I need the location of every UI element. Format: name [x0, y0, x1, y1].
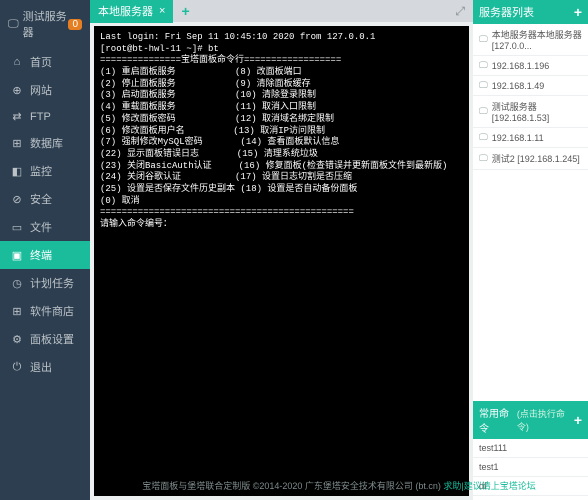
add-server-button[interactable]: + — [574, 4, 582, 20]
sidebar-item-label: 首页 — [30, 54, 52, 70]
tab-close-icon[interactable]: × — [159, 5, 165, 17]
tab-local-server[interactable]: 本地服务器 × — [90, 0, 173, 23]
sidebar-item-3[interactable]: ⊞ 数据库 — [0, 129, 90, 157]
server-item-label: 本地服务器本地服务器 [127.0.0... — [492, 28, 582, 51]
server-item-5[interactable]: 🖵 测试2 [192.168.1.245] — [473, 148, 588, 170]
server-item-icon: 🖵 — [479, 80, 488, 91]
sidebar-item-8[interactable]: ◷ 计划任务 — [0, 269, 90, 297]
sidebar-item-label: 监控 — [30, 163, 52, 179]
sidebar-title: 测试服务器 — [23, 8, 69, 40]
sidebar-icon: ⊕ — [10, 84, 24, 97]
server-item-label: 测试2 [192.168.1.245] — [492, 152, 580, 165]
server-item-label: 192.168.1.196 — [492, 61, 550, 71]
server-item-3[interactable]: 🖵 测试服务器 [192.168.1.53] — [473, 96, 588, 128]
server-item-label: 192.168.1.49 — [492, 81, 545, 91]
sidebar: 🖵 测试服务器 0 ⌂ 首页 ⊕ 网站 ⇄ FTP ⊞ 数据库 ◧ 监控 ⊘ 安全 ▭ 文件 ▣ 终端 ◷ 计划任… — [0, 0, 90, 500]
sidebar-item-6[interactable]: ▭ 文件 — [0, 213, 90, 241]
notification-badge[interactable]: 0 — [68, 19, 82, 30]
sidebar-item-9[interactable]: ⊞ 软件商店 — [0, 297, 90, 325]
sidebar-header: 🖵 测试服务器 0 — [0, 0, 90, 48]
server-list-header: 服务器列表 + — [473, 0, 588, 24]
server-item-icon: 🖵 — [479, 60, 488, 71]
server-item-icon: 🖵 — [479, 153, 488, 164]
server-item-0[interactable]: 🖵 本地服务器本地服务器 [127.0.0... — [473, 24, 588, 56]
terminal-output[interactable]: Last login: Fri Sep 11 10:45:10 2020 fro… — [94, 26, 469, 496]
sidebar-icon: ⊞ — [10, 305, 24, 318]
tab-expand-icon[interactable]: ⤢ — [447, 0, 473, 23]
commands-hint: (点击执行命令) — [517, 407, 574, 433]
sidebar-icon: ⏻ — [10, 361, 24, 374]
add-command-button[interactable]: + — [574, 412, 582, 428]
sidebar-icon: ⌂ — [10, 56, 24, 68]
forum-link[interactable]: 求助|建议请上宝塔论坛 — [443, 481, 535, 491]
server-item-1[interactable]: 🖵 192.168.1.196 — [473, 56, 588, 76]
server-item-2[interactable]: 🖵 192.168.1.49 — [473, 76, 588, 96]
sidebar-item-label: 终端 — [30, 247, 52, 263]
server-item-4[interactable]: 🖵 192.168.1.11 — [473, 128, 588, 148]
command-item-0[interactable]: test111 — [473, 439, 588, 458]
commands-header: 常用命令 (点击执行命令) + — [473, 401, 588, 439]
sidebar-item-2[interactable]: ⇄ FTP — [0, 104, 90, 129]
sidebar-item-label: 退出 — [30, 359, 52, 375]
footer: 宝塔面板与堡塔联合定制版 ©2014-2020 广东堡塔安全技术有限公司 (bt… — [90, 475, 588, 496]
right-panel: 服务器列表 + 🖵 本地服务器本地服务器 [127.0.0... 🖵 192.168.… — [473, 0, 588, 500]
sidebar-item-11[interactable]: ⏻ 退出 — [0, 353, 90, 381]
server-item-icon: 🖵 — [479, 34, 488, 45]
sidebar-icon: ▣ — [10, 249, 24, 262]
sidebar-item-label: 软件商店 — [30, 303, 74, 319]
sidebar-icon: ◧ — [10, 165, 24, 178]
main-content: 本地服务器 × + ⤢ Last login: Fri Sep 11 10:45… — [90, 0, 473, 500]
server-list-section: 服务器列表 + 🖵 本地服务器本地服务器 [127.0.0... 🖵 192.168.… — [473, 0, 588, 170]
commands-title: 常用命令 — [479, 405, 517, 435]
sidebar-icon: ⚙ — [10, 333, 24, 346]
sidebar-icon: ⇄ — [10, 110, 24, 123]
server-item-icon: 🖵 — [479, 132, 488, 143]
tab-add-button[interactable]: + — [173, 0, 197, 23]
sidebar-item-1[interactable]: ⊕ 网站 — [0, 76, 90, 104]
sidebar-item-label: 文件 — [30, 219, 52, 235]
server-item-label: 192.168.1.11 — [492, 133, 544, 143]
sidebar-item-label: FTP — [30, 111, 51, 123]
tab-bar: 本地服务器 × + ⤢ — [90, 0, 473, 22]
sidebar-icon: ⊞ — [10, 137, 24, 150]
server-item-icon: 🖵 — [479, 106, 488, 117]
sidebar-icon: ▭ — [10, 221, 24, 234]
sidebar-item-label: 面板设置 — [30, 331, 74, 347]
sidebar-item-5[interactable]: ⊘ 安全 — [0, 185, 90, 213]
sidebar-item-label: 计划任务 — [30, 275, 74, 291]
copyright-text: 宝塔面板与堡塔联合定制版 ©2014-2020 广东堡塔安全技术有限公司 (bt… — [142, 481, 441, 491]
sidebar-icon: ⊘ — [10, 193, 24, 206]
sidebar-icon: ◷ — [10, 277, 24, 290]
sidebar-item-10[interactable]: ⚙ 面板设置 — [0, 325, 90, 353]
tab-label: 本地服务器 — [98, 3, 153, 19]
server-icon: 🖵 — [8, 18, 19, 31]
sidebar-item-label: 安全 — [30, 191, 52, 207]
server-list-title: 服务器列表 — [479, 4, 534, 20]
sidebar-item-0[interactable]: ⌂ 首页 — [0, 48, 90, 76]
sidebar-item-label: 数据库 — [30, 135, 63, 151]
server-item-label: 测试服务器 [192.168.1.53] — [492, 100, 582, 123]
sidebar-item-label: 网站 — [30, 82, 52, 98]
sidebar-item-4[interactable]: ◧ 监控 — [0, 157, 90, 185]
sidebar-item-7[interactable]: ▣ 终端 — [0, 241, 90, 269]
